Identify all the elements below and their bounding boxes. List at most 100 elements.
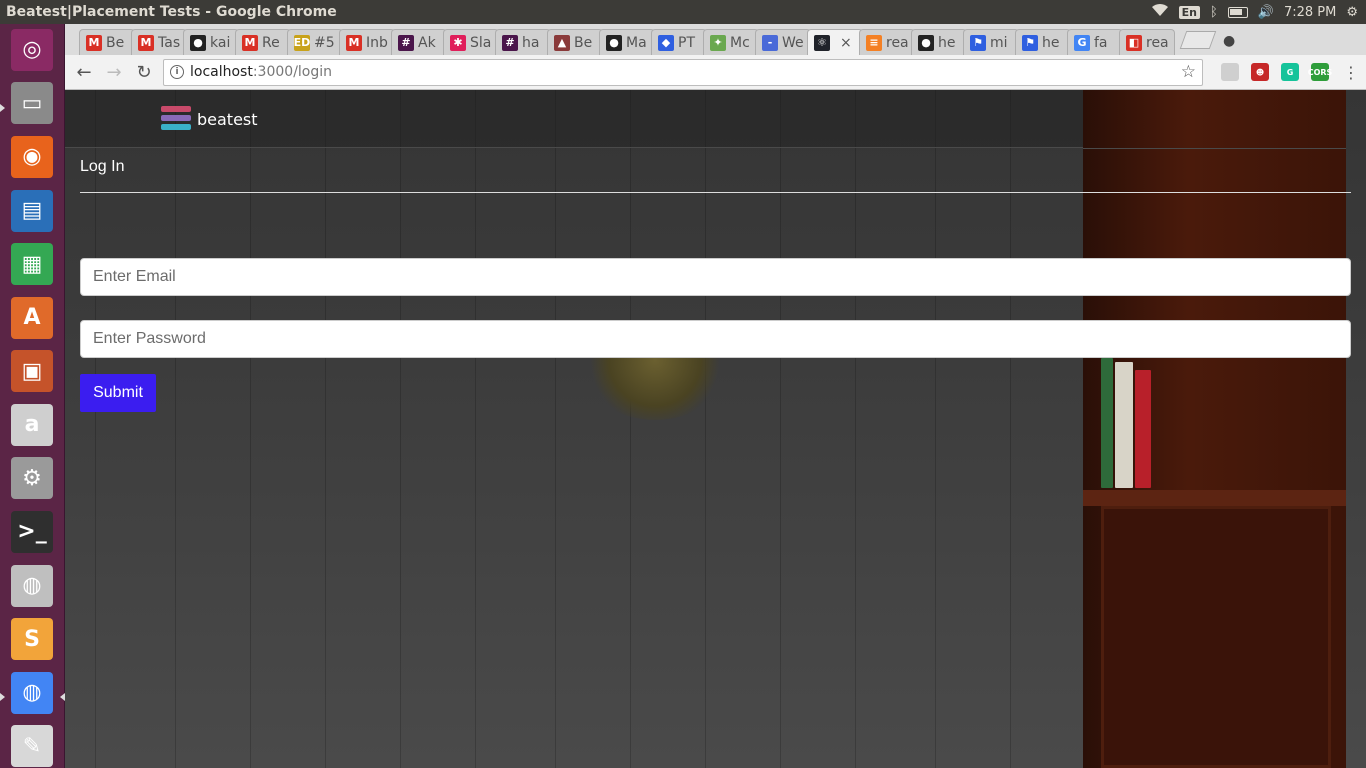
software-center-glyph: A bbox=[11, 296, 53, 339]
cors-extension-icon[interactable]: CORS bbox=[1308, 63, 1332, 81]
launcher-firefox-icon[interactable]: ◉ bbox=[7, 135, 57, 179]
browser-tab[interactable]: ✱ Sla bbox=[443, 29, 499, 55]
browser-tab[interactable]: ◧ rea bbox=[1119, 29, 1175, 55]
browser-tab[interactable]: ● Ma bbox=[599, 29, 655, 55]
launcher-software-center-icon[interactable]: A bbox=[7, 296, 57, 340]
launcher-system-settings-icon[interactable]: ⚙ bbox=[7, 457, 57, 501]
launcher-chrome-icon[interactable]: ◍ bbox=[0, 671, 65, 715]
browser-tab[interactable]: # ha bbox=[495, 29, 551, 55]
browser-tab[interactable]: ≡ rea bbox=[859, 29, 915, 55]
battery-icon[interactable] bbox=[1227, 6, 1248, 18]
chrome-glyph: ◍ bbox=[11, 671, 53, 714]
launcher-text-editor-icon[interactable]: ✎ bbox=[7, 725, 57, 768]
background-book bbox=[1135, 370, 1151, 488]
back-arrow-icon[interactable]: ← bbox=[73, 61, 95, 83]
launcher-amazon-icon[interactable]: a bbox=[7, 403, 57, 447]
forward-arrow-icon[interactable]: → bbox=[103, 61, 125, 83]
new-tab-button[interactable] bbox=[1179, 31, 1217, 49]
page-title: Log In bbox=[80, 158, 125, 175]
extension-refresh-icon[interactable] bbox=[1221, 63, 1239, 81]
launcher-libreoffice-impress-icon[interactable]: ▣ bbox=[7, 349, 57, 393]
app-navbar: beatest bbox=[65, 90, 1083, 148]
tab-favicon-icon: # bbox=[398, 34, 414, 51]
keyboard-layout-indicator[interactable]: En bbox=[1178, 5, 1200, 19]
ubuntu-dash-glyph: ◎ bbox=[11, 28, 53, 71]
browser-tab[interactable]: ⚑ mi bbox=[963, 29, 1019, 55]
wifi-icon[interactable] bbox=[1151, 3, 1169, 21]
browser-tab[interactable]: ED #5 bbox=[287, 29, 343, 55]
tab-favicon-icon: ● bbox=[190, 34, 206, 51]
browser-tab[interactable]: # Ak bbox=[391, 29, 447, 55]
browser-tab[interactable]: - We bbox=[755, 29, 811, 55]
tab-favicon-icon: ● bbox=[606, 34, 622, 51]
browser-tab[interactable]: ⚛ × bbox=[807, 29, 863, 55]
tab-close-icon[interactable]: × bbox=[840, 35, 852, 51]
site-info-icon[interactable]: i bbox=[170, 65, 184, 79]
email-field[interactable] bbox=[80, 258, 1351, 296]
tab-label: mi bbox=[990, 34, 1008, 51]
tab-favicon-icon: M bbox=[242, 34, 258, 51]
browser-tab[interactable]: ● he bbox=[911, 29, 967, 55]
bluetooth-icon[interactable]: ᛒ bbox=[1210, 5, 1218, 20]
launcher-files-icon[interactable]: ▭ bbox=[0, 82, 57, 126]
tab-favicon-icon: ● bbox=[918, 34, 934, 51]
clock[interactable]: 7:28 PM bbox=[1284, 5, 1336, 20]
address-bar[interactable]: i localhost:3000/login ☆ bbox=[163, 58, 1203, 86]
tab-label: Be bbox=[106, 34, 125, 51]
launcher-disks-icon[interactable]: ◍ bbox=[7, 564, 57, 608]
terminal-glyph: >_ bbox=[11, 510, 53, 553]
tab-favicon-icon: ED bbox=[293, 34, 311, 51]
submit-button[interactable]: Submit bbox=[80, 374, 156, 412]
extension-red-icon[interactable]: ☻ bbox=[1251, 63, 1269, 81]
launcher-sublime-text-icon[interactable]: S bbox=[7, 617, 57, 661]
navbar-divider bbox=[1083, 148, 1346, 149]
profile-icon[interactable]: ● bbox=[1223, 33, 1235, 49]
disks-glyph: ◍ bbox=[11, 564, 53, 607]
tab-label: Mc bbox=[730, 34, 750, 51]
tab-label: he bbox=[1042, 34, 1060, 51]
browser-tab[interactable]: M Tas bbox=[131, 29, 187, 55]
tab-label: Ma bbox=[626, 34, 647, 51]
launcher-libreoffice-writer-icon[interactable]: ▤ bbox=[7, 189, 57, 233]
extensions-area: ☻ G CORS bbox=[1221, 63, 1332, 81]
browser-toolbar: ← → ↻ i localhost:3000/login ☆ ☻ G CORS ⋮ bbox=[65, 55, 1366, 90]
browser-tab[interactable]: ✦ Mc bbox=[703, 29, 759, 55]
title-divider bbox=[80, 192, 1351, 193]
volume-icon[interactable]: 🔊 bbox=[1258, 5, 1274, 20]
browser-tab[interactable]: M Inb bbox=[339, 29, 395, 55]
libreoffice-calc-glyph: ▦ bbox=[11, 243, 53, 286]
chrome-menu-icon[interactable]: ⋮ bbox=[1343, 63, 1359, 82]
brand-logo[interactable]: beatest bbox=[161, 104, 258, 134]
tab-label: Inb bbox=[366, 34, 388, 51]
browser-tab[interactable]: ◆ PT bbox=[651, 29, 707, 55]
tab-label: ha bbox=[522, 34, 540, 51]
browser-tab[interactable]: Gfa bbox=[1067, 29, 1123, 55]
launcher-ubuntu-dash-icon[interactable]: ◎ bbox=[7, 28, 57, 72]
reload-icon[interactable]: ↻ bbox=[133, 61, 155, 83]
tab-favicon-icon: ◧ bbox=[1126, 34, 1142, 51]
browser-tab[interactable]: M Re bbox=[235, 29, 291, 55]
system-settings-glyph: ⚙ bbox=[11, 457, 53, 500]
bookmark-star-icon[interactable]: ☆ bbox=[1181, 62, 1196, 82]
launcher-libreoffice-calc-icon[interactable]: ▦ bbox=[7, 242, 57, 286]
browser-tab[interactable]: M Be bbox=[79, 29, 135, 55]
files-glyph: ▭ bbox=[11, 82, 53, 125]
browser-tab[interactable]: ▲ Be bbox=[547, 29, 603, 55]
password-field[interactable] bbox=[80, 320, 1351, 358]
amazon-glyph: a bbox=[11, 403, 53, 446]
system-tray: En ᛒ 🔊 7:28 PM ⚙ bbox=[1151, 3, 1366, 21]
tab-label: PT bbox=[678, 34, 695, 51]
window-title: Beatest|Placement Tests - Google Chrome bbox=[6, 4, 337, 20]
libreoffice-writer-glyph: ▤ bbox=[11, 189, 53, 232]
browser-tab[interactable]: ● kai bbox=[183, 29, 239, 55]
tab-favicon-icon: ▲ bbox=[554, 34, 570, 51]
brand-name: beatest bbox=[197, 109, 258, 129]
libreoffice-impress-glyph: ▣ bbox=[11, 350, 53, 393]
tab-label: kai bbox=[210, 34, 231, 51]
launcher-terminal-icon[interactable]: >_ bbox=[7, 510, 57, 554]
grammarly-icon[interactable]: G bbox=[1281, 63, 1299, 81]
tab-label: #5 bbox=[314, 34, 335, 51]
settings-gear-icon[interactable]: ⚙ bbox=[1346, 5, 1358, 20]
browser-tab[interactable]: ⚑ he bbox=[1015, 29, 1071, 55]
tab-favicon-icon: ⚛ bbox=[814, 34, 830, 51]
